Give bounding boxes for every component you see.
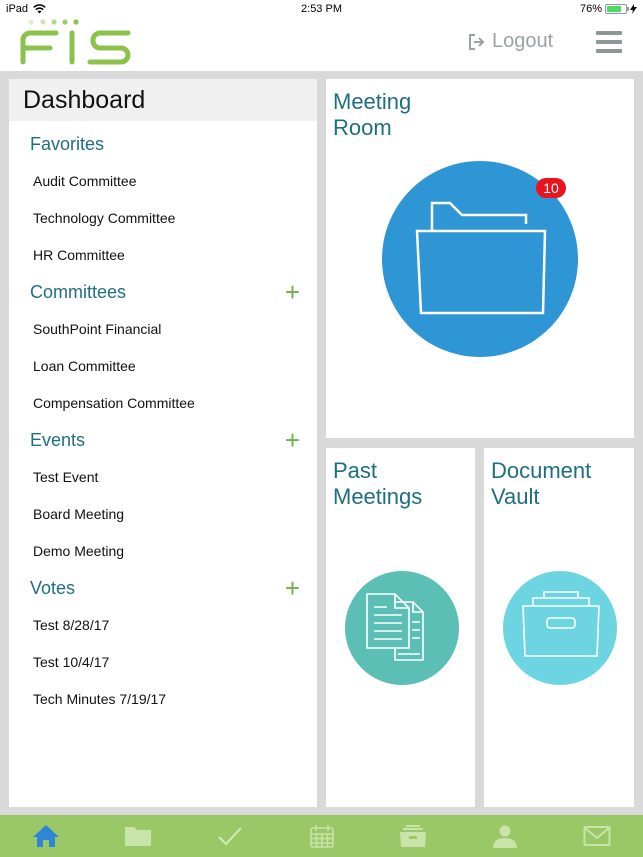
section-committees: Committees + xyxy=(9,273,317,310)
section-events: Events + xyxy=(9,421,317,458)
user-icon xyxy=(493,825,518,848)
list-item[interactable]: Technology Committee xyxy=(9,199,317,236)
tile-title-line: Document xyxy=(491,458,592,483)
file-box-icon xyxy=(522,591,600,657)
tab-messages[interactable] xyxy=(551,815,643,857)
battery-icon xyxy=(605,4,629,14)
tile-title: Meeting Room xyxy=(333,89,411,141)
tab-tasks[interactable] xyxy=(184,815,276,857)
tile-title-line: Meeting xyxy=(333,89,412,114)
section-favorites: Favorites xyxy=(9,125,317,162)
tab-profile[interactable] xyxy=(459,815,551,857)
logout-label: Logout xyxy=(492,30,554,52)
documents-icon xyxy=(366,593,424,661)
list-item[interactable]: Test Event xyxy=(9,458,317,495)
list-item[interactable]: Board Meeting xyxy=(9,495,317,532)
fis-logo xyxy=(20,19,131,65)
tile-title-line: Past xyxy=(333,458,378,483)
list-item[interactable]: Compensation Committee xyxy=(9,384,317,421)
section-heading: Favorites xyxy=(30,134,105,154)
charging-bolt-icon xyxy=(630,4,637,14)
meeting-room-tile[interactable]: Meeting Room 10 xyxy=(326,79,634,438)
list-item[interactable]: Tech Minutes 7/19/17 xyxy=(9,680,317,717)
dashboard-sidebar: Dashboard Favorites Audit Committee Tech… xyxy=(9,79,317,807)
document-vault-circle[interactable] xyxy=(503,571,617,685)
section-heading: Votes xyxy=(30,578,76,598)
list-item[interactable]: HR Committee xyxy=(9,236,317,273)
past-meetings-tile[interactable]: Past Meetings xyxy=(326,448,475,807)
section-votes: Votes + xyxy=(9,569,317,606)
status-bar: iPad 2:53 PM 76% xyxy=(0,0,643,18)
add-vote-button[interactable]: + xyxy=(285,575,300,601)
folder-icon xyxy=(124,827,151,846)
home-icon xyxy=(32,825,59,847)
notification-badge: 10 xyxy=(536,178,566,198)
document-vault-tile[interactable]: Document Vault xyxy=(484,448,634,807)
list-item[interactable]: Test 10/4/17 xyxy=(9,643,317,680)
hamburger-menu-icon[interactable] xyxy=(596,31,622,53)
status-time: 2:53 PM xyxy=(301,3,342,15)
list-item[interactable]: Test 8/28/17 xyxy=(9,606,317,643)
section-heading: Events xyxy=(30,430,86,450)
page-title: Dashboard xyxy=(9,79,317,121)
list-item[interactable]: SouthPoint Financial xyxy=(9,310,317,347)
section-heading: Committees xyxy=(30,282,127,302)
list-item[interactable]: Audit Committee xyxy=(9,162,317,199)
bottom-tab-bar xyxy=(0,815,643,857)
tab-calendar[interactable] xyxy=(276,815,368,857)
folder-icon xyxy=(415,201,547,315)
logout-button[interactable]: Logout xyxy=(468,30,553,53)
list-item[interactable]: Demo Meeting xyxy=(9,532,317,569)
checkmark-icon xyxy=(217,827,242,846)
tile-title-line: Room xyxy=(333,115,392,140)
tab-home[interactable] xyxy=(0,815,92,857)
mail-icon xyxy=(583,826,611,846)
past-meetings-circle[interactable] xyxy=(345,571,459,685)
add-event-button[interactable]: + xyxy=(285,427,300,453)
tile-title-line: Meetings xyxy=(333,484,423,509)
list-item[interactable]: Loan Committee xyxy=(9,347,317,384)
add-committee-button[interactable]: + xyxy=(285,279,300,305)
tile-title: Past Meetings xyxy=(333,458,422,510)
logout-icon xyxy=(469,33,485,50)
tile-title: Document Vault xyxy=(491,458,591,510)
battery-percent: 76% xyxy=(579,3,602,15)
tab-document-vault[interactable] xyxy=(367,815,459,857)
tab-folder[interactable] xyxy=(92,815,184,857)
tile-title-line: Vault xyxy=(491,484,540,509)
calendar-icon xyxy=(309,825,334,848)
file-box-icon xyxy=(400,825,427,847)
app-header: Logout xyxy=(0,18,643,71)
